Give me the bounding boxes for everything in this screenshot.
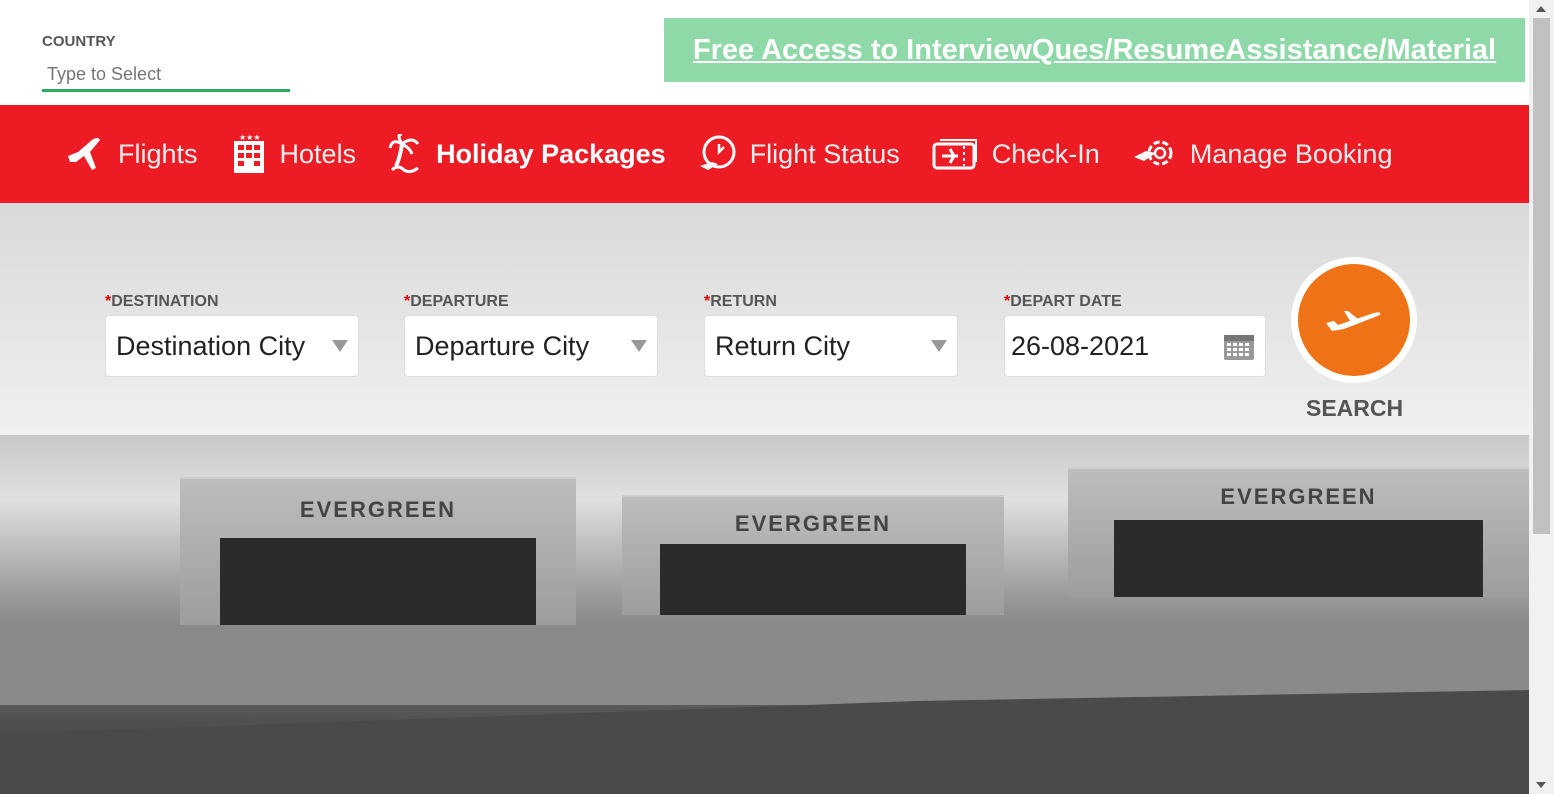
destination-label: DESTINATION (111, 293, 219, 310)
depart-date-field: *DEPART DATE 26-08-2021 (1004, 293, 1266, 377)
return-select[interactable]: Return City (704, 315, 958, 377)
chevron-down-icon (931, 340, 947, 352)
return-field: *RETURN Return City (704, 293, 958, 377)
search-button[interactable] (1291, 257, 1417, 383)
hangar-sign: EVERGREEN (299, 496, 457, 522)
main-nav: Flights ★★★ Hotels Holiday Packages Flig… (0, 105, 1529, 203)
departure-select[interactable]: Departure City (404, 315, 658, 377)
country-label: COUNTRY (42, 33, 116, 50)
nav-manage-booking[interactable]: Manage Booking (1132, 135, 1393, 173)
hangar-sign: EVERGREEN (1220, 484, 1377, 510)
nav-check-in[interactable]: Check-In (932, 136, 1100, 172)
destination-value: Destination City (116, 330, 306, 361)
destination-select[interactable]: Destination City (105, 315, 359, 377)
hero-image: EVERGREEN EVERGREEN EVERGREEN (0, 435, 1529, 794)
airplane-icon (68, 138, 100, 170)
depart-date-label: DEPART DATE (1010, 293, 1122, 310)
chevron-down-icon (332, 340, 348, 352)
palm-tree-icon (388, 134, 420, 174)
hotel-icon: ★★★ (233, 133, 264, 173)
nav-label: Hotels (279, 138, 357, 169)
return-value: Return City (715, 330, 851, 361)
nav-flights[interactable]: Flights (66, 136, 198, 172)
nav-label: Flight Status (749, 138, 900, 169)
nav-label: Holiday Packages (436, 138, 666, 169)
nav-holiday-packages[interactable]: Holiday Packages (388, 134, 666, 174)
country-input[interactable] (42, 60, 290, 92)
nav-flight-status[interactable]: Flight Status (698, 134, 900, 174)
scrollbar[interactable] (1529, 0, 1554, 794)
svg-text:★★★: ★★★ (239, 133, 261, 142)
hangar: EVERGREEN (622, 495, 1004, 615)
departure-field: *DEPARTURE Departure City (404, 293, 658, 377)
airplane-takeoff-icon (1326, 311, 1381, 331)
gear-plane-icon (1133, 140, 1173, 166)
search-label: SEARCH (1306, 395, 1404, 421)
hangar: EVERGREEN (1068, 467, 1529, 597)
departure-label: DEPARTURE (410, 293, 509, 310)
nav-label: Check-In (991, 138, 1100, 169)
ticket-icon (932, 139, 977, 170)
departure-value: Departure City (415, 330, 590, 361)
promo-link[interactable]: Free Access to InterviewQues/ResumeAssis… (693, 34, 1496, 67)
chevron-down-icon (631, 340, 647, 352)
country-field: COUNTRY (42, 33, 290, 92)
promo-banner: Free Access to InterviewQues/ResumeAssis… (664, 18, 1525, 82)
return-label: RETURN (710, 293, 777, 310)
depart-date-input[interactable]: 26-08-2021 (1004, 315, 1266, 377)
nav-label: Manage Booking (1189, 138, 1393, 169)
hangar-sign: EVERGREEN (734, 511, 892, 537)
destination-field: *DESTINATION Destination City (105, 293, 359, 377)
nav-label: Flights (118, 138, 198, 169)
clock-plane-icon (699, 135, 736, 170)
nav-hotels[interactable]: ★★★ Hotels (230, 133, 357, 175)
calendar-icon[interactable] (1223, 331, 1255, 361)
depart-date-value: 26-08-2021 (1011, 330, 1150, 361)
scrollbar-thumb[interactable] (1533, 18, 1550, 534)
hangar: EVERGREEN (180, 477, 576, 627)
